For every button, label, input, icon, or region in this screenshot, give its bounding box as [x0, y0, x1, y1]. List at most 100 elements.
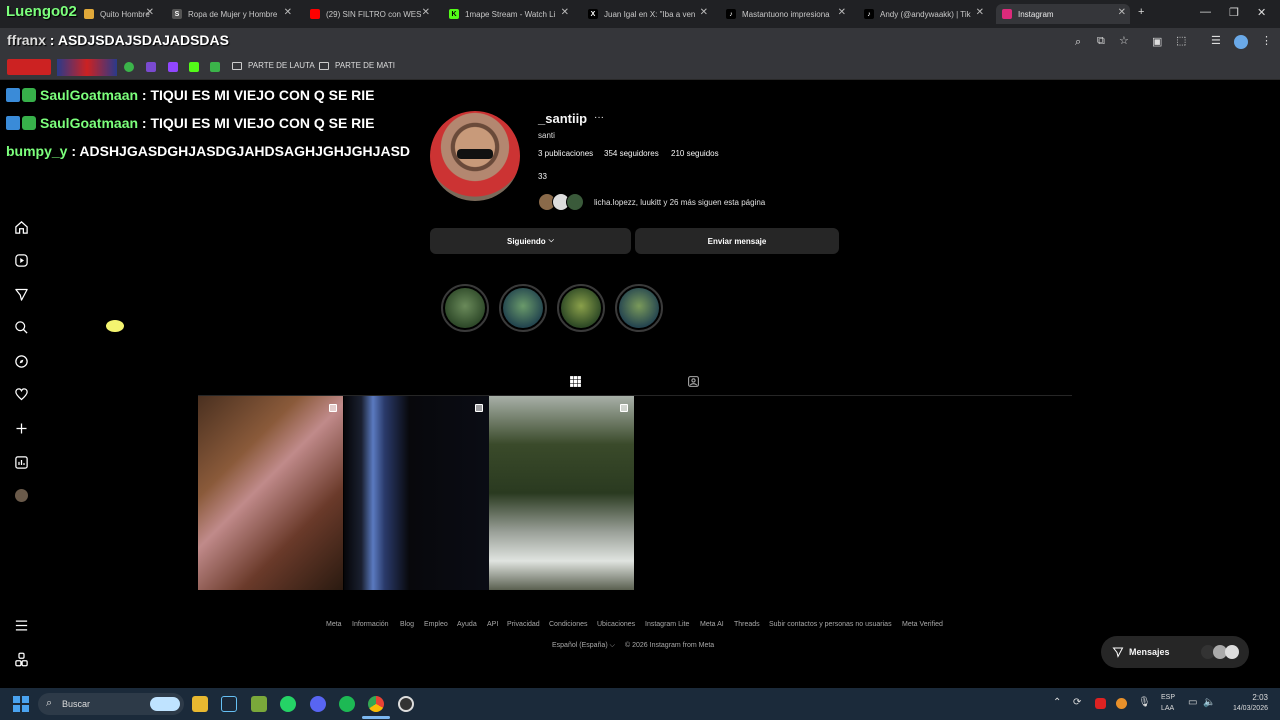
tab-5[interactable]: X Juan Igal en X: "Iba a ven ✕ [582, 4, 712, 24]
followed-by-text[interactable]: licha.lopezz, luukitt y 26 más siguen es… [594, 198, 765, 207]
window-close-icon[interactable]: ✕ [1257, 6, 1266, 19]
install-icon[interactable]: ⧉ [1097, 35, 1105, 48]
bookmark-icon[interactable] [210, 62, 220, 72]
profile-avatar-icon[interactable] [1234, 35, 1248, 49]
more-menu-icon[interactable]: ⋮ [1261, 34, 1272, 47]
create-icon[interactable] [12, 419, 30, 437]
footer-link[interactable]: Condiciones [549, 621, 588, 628]
footer-link[interactable]: Ayuda [457, 621, 477, 628]
home-icon[interactable] [12, 218, 30, 236]
bookmark-icon[interactable] [146, 62, 156, 72]
close-icon[interactable]: ✕ [700, 7, 708, 18]
close-icon[interactable]: ✕ [976, 7, 984, 18]
tray-app-icon[interactable] [1116, 698, 1127, 709]
profile-following-count[interactable]: 210 seguidos [671, 149, 719, 158]
footer-link[interactable]: Información [352, 621, 389, 628]
footer-link[interactable]: Privacidad [507, 621, 540, 628]
direct-icon[interactable] [12, 285, 30, 303]
app-icon[interactable] [398, 696, 414, 712]
new-tab-button[interactable]: + [1138, 6, 1144, 18]
kick-icon[interactable] [189, 62, 199, 72]
footer-link[interactable]: Empleo [424, 621, 448, 628]
footer-link[interactable]: Instagram Lite [645, 621, 689, 628]
file-explorer-icon[interactable] [192, 696, 208, 712]
chevron-up-icon[interactable]: ⌃ [1053, 697, 1061, 708]
volume-icon[interactable]: 🔈 [1203, 697, 1215, 708]
extensions-icon[interactable]: ⬚ [1176, 34, 1186, 47]
app-icon[interactable] [251, 696, 267, 712]
microphone-icon[interactable]: 🎙 [1138, 697, 1151, 708]
post-thumbnail[interactable] [198, 396, 343, 590]
maximize-icon[interactable]: ❐ [1229, 6, 1239, 19]
sidebar-icon[interactable]: ▣ [1152, 35, 1162, 48]
tab-4[interactable]: K 1mape Stream - Watch Li ✕ [443, 4, 573, 24]
language-selector[interactable]: Español (España) ⌵ [552, 642, 615, 650]
tab-search-icon[interactable]: ☰ [1211, 34, 1221, 47]
footer-link[interactable]: Meta AI [700, 621, 724, 628]
tab-1[interactable]: Quito Hombre ✕ [78, 4, 158, 24]
steam-icon[interactable] [221, 696, 237, 712]
footer-link[interactable]: Blog [400, 621, 414, 628]
tab-7[interactable]: ♪ Andy (@andywaakk) | Tik ✕ [858, 4, 988, 24]
menu-icon[interactable] [12, 616, 30, 634]
footer-link[interactable]: API [487, 621, 498, 628]
footer-link[interactable]: Threads [734, 621, 760, 628]
close-icon[interactable]: ✕ [284, 7, 292, 18]
network-icon[interactable]: ▭ [1188, 697, 1197, 708]
bookmark-folder[interactable]: PARTE DE MATI [319, 61, 395, 70]
profile-followers-count[interactable]: 354 seguidores [604, 149, 659, 158]
tagged-icon[interactable] [687, 375, 700, 393]
footer-link[interactable]: Ubicaciones [597, 621, 635, 628]
twitch-icon[interactable] [168, 62, 178, 72]
spotify-icon[interactable] [339, 696, 355, 712]
post-thumbnail[interactable] [489, 396, 634, 590]
story-highlight[interactable] [615, 284, 663, 332]
profile-icon[interactable] [12, 486, 30, 504]
bookmark-folder[interactable]: PARTE DE LAUTA [232, 61, 315, 70]
close-icon[interactable]: ✕ [838, 7, 846, 18]
messages-button[interactable]: Mensajes [1101, 636, 1249, 668]
close-icon[interactable]: ✕ [422, 7, 430, 18]
mutual-followers-avatars[interactable] [538, 193, 590, 211]
star-icon[interactable]: ☆ [1119, 34, 1129, 47]
close-icon[interactable]: ✕ [146, 7, 154, 18]
tab-6[interactable]: ♪ Mastantuono impresiona ✕ [720, 4, 850, 24]
heart-icon[interactable] [12, 385, 30, 403]
grid-icon[interactable] [569, 375, 582, 393]
story-highlight[interactable] [557, 284, 605, 332]
tab-2[interactable]: S Ropa de Mujer y Hombre ✕ [166, 4, 296, 24]
zoom-icon[interactable]: ⌕ [1075, 36, 1081, 49]
sync-icon[interactable]: ⟳ [1073, 697, 1081, 708]
minimize-icon[interactable]: — [1200, 6, 1211, 18]
bookmark-thumbnail[interactable] [57, 59, 117, 76]
chrome-icon[interactable] [368, 696, 384, 712]
footer-link[interactable]: Subir contactos y personas no usuarias [769, 621, 892, 628]
post-thumbnail[interactable] [344, 396, 489, 590]
avatar[interactable] [430, 111, 520, 201]
clock-date[interactable]: 14/03/2026 [1224, 705, 1268, 712]
close-icon[interactable]: ✕ [561, 7, 569, 18]
story-highlight[interactable] [441, 284, 489, 332]
threads-icon[interactable] [12, 650, 30, 668]
tab-instagram[interactable]: Instagram ✕ [996, 4, 1130, 24]
following-button[interactable]: Siguiendo ⌵ [430, 228, 631, 254]
send-message-button[interactable]: Enviar mensaje [635, 228, 839, 254]
language-indicator[interactable]: ESP [1161, 694, 1175, 701]
search-icon[interactable] [12, 318, 30, 336]
tray-app-icon[interactable] [1095, 698, 1106, 709]
close-icon[interactable]: ✕ [1118, 7, 1126, 18]
story-highlight[interactable] [499, 284, 547, 332]
windows-start-icon[interactable] [13, 696, 29, 717]
discord-icon[interactable] [310, 696, 326, 712]
more-options-icon[interactable]: ··· [594, 112, 604, 123]
footer-link[interactable]: Meta Verified [902, 621, 943, 628]
clock-time[interactable]: 2:03 [1224, 693, 1268, 702]
footer-link[interactable]: Meta [326, 621, 342, 628]
whatsapp-icon[interactable] [280, 696, 296, 712]
explore-icon[interactable] [12, 352, 30, 370]
tab-3[interactable]: (29) SIN FILTRO con WES ✕ [304, 4, 434, 24]
reels-icon[interactable] [12, 251, 30, 269]
taskbar-search[interactable]: ⌕ Buscar [38, 693, 184, 715]
dashboard-icon[interactable] [12, 453, 30, 471]
bookmark-icon[interactable] [124, 62, 134, 72]
